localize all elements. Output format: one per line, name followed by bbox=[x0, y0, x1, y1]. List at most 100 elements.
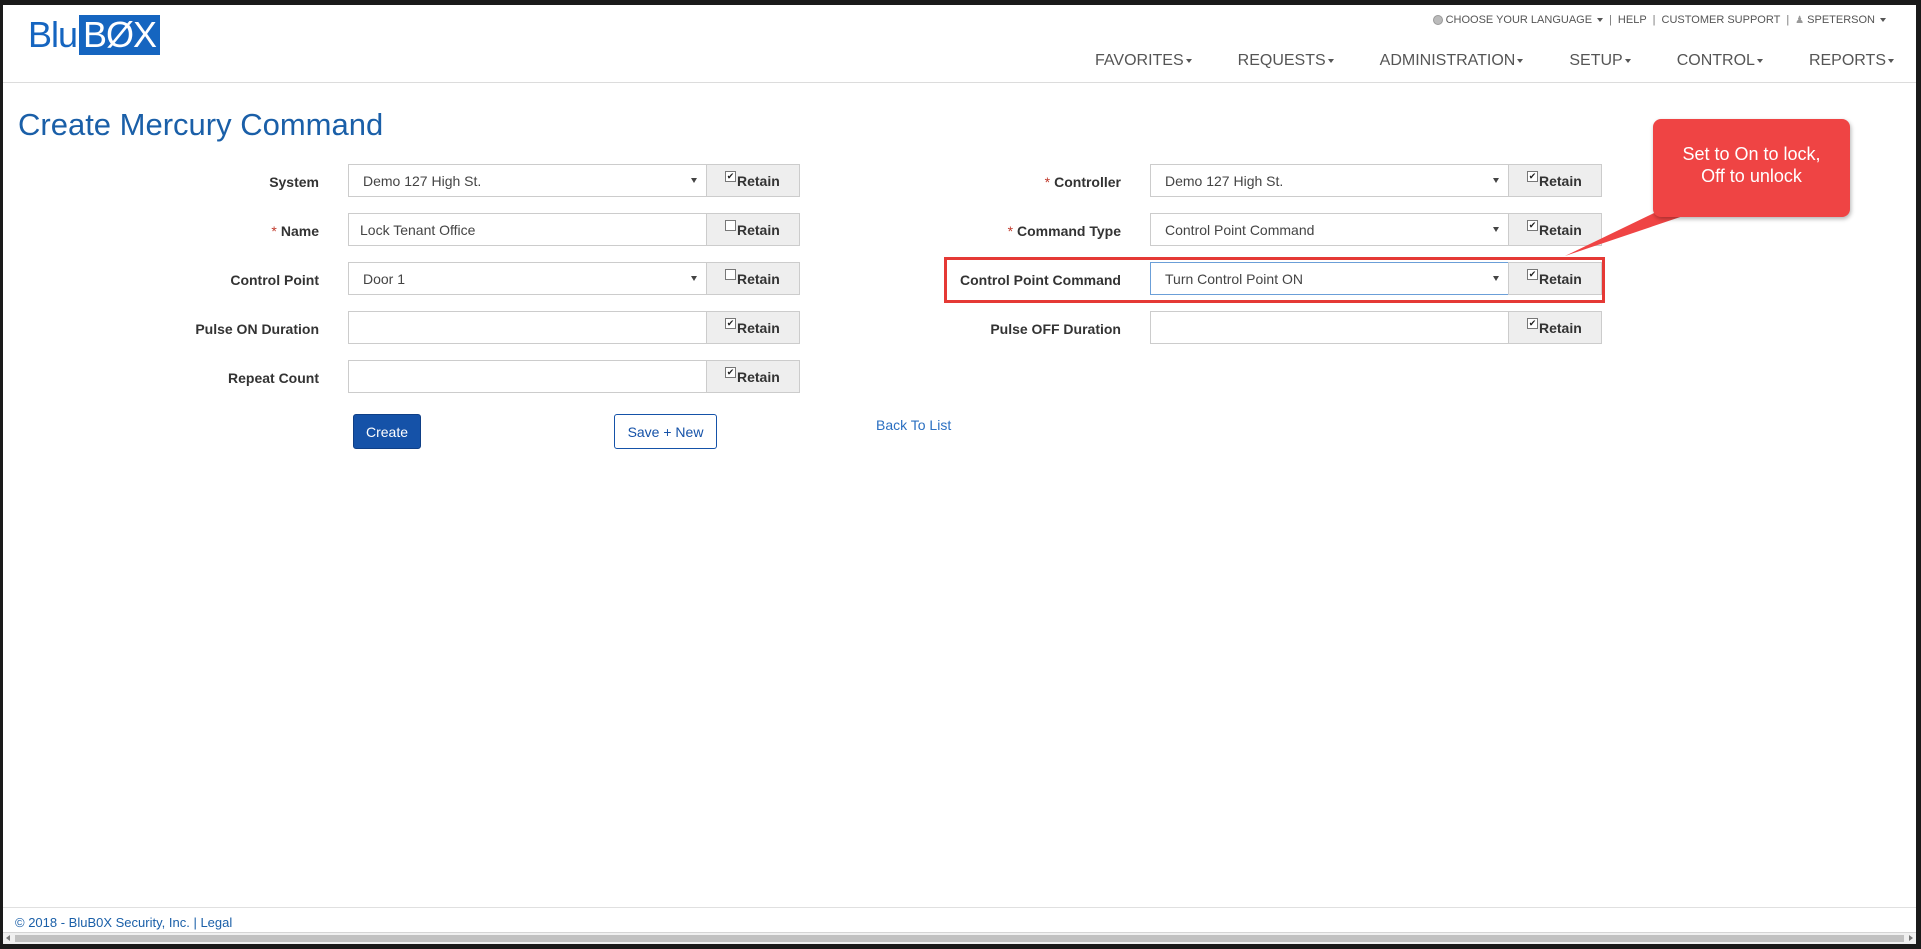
utility-separator: | bbox=[1652, 14, 1656, 26]
nav-favorites[interactable]: FAVORITES bbox=[1072, 52, 1215, 70]
select-value: Demo 127 High St. bbox=[363, 172, 482, 189]
label-text: Control Point bbox=[230, 272, 319, 288]
checkbox-checked-icon[interactable]: ✔ bbox=[1527, 318, 1538, 329]
retain-label: Retain bbox=[737, 221, 780, 238]
label-text: Name bbox=[280, 223, 319, 239]
utility-bar: CHOOSE YOUR LANGUAGE | HELP | CUSTOMER S… bbox=[1432, 14, 1886, 26]
retain-label: Retain bbox=[737, 172, 780, 189]
system-select[interactable]: Demo 127 High St. bbox=[348, 164, 706, 197]
nav-control[interactable]: CONTROL bbox=[1654, 52, 1786, 70]
legal-link[interactable]: Legal bbox=[200, 915, 232, 930]
required-asterisk: * bbox=[1044, 174, 1051, 190]
label-text: Pulse ON Duration bbox=[195, 321, 319, 337]
checkbox-checked-icon[interactable]: ✔ bbox=[725, 367, 736, 378]
controller-select[interactable]: Demo 127 High St. bbox=[1150, 164, 1508, 197]
footer-text: © 2018 - BluB0X Security, Inc. | Legal bbox=[15, 915, 232, 930]
control-point-label: Control Point bbox=[153, 272, 319, 288]
callout-line-1: Set to On to lock, bbox=[1682, 144, 1821, 164]
pulse-on-duration-input[interactable] bbox=[348, 311, 706, 344]
page-title: Create Mercury Command bbox=[18, 107, 384, 142]
checkbox-checked-icon[interactable]: ✔ bbox=[725, 318, 736, 329]
pulse-on-duration-label: Pulse ON Duration bbox=[153, 321, 319, 337]
create-button[interactable]: Create bbox=[353, 414, 421, 449]
language-dropdown[interactable]: CHOOSE YOUR LANGUAGE bbox=[1432, 14, 1604, 26]
caret-down-icon bbox=[1756, 59, 1763, 63]
required-asterisk: * bbox=[1007, 223, 1014, 239]
logo-text-box: BØX bbox=[79, 15, 161, 55]
nav-label: REQUESTS bbox=[1237, 52, 1326, 69]
controller-retain[interactable]: ✔ Retain bbox=[1508, 164, 1602, 197]
scroll-right-arrow-icon[interactable] bbox=[1909, 935, 1913, 941]
caret-down-icon bbox=[1327, 59, 1334, 63]
nav-setup[interactable]: SETUP bbox=[1546, 52, 1653, 70]
blubox-logo[interactable]: Blu BØX bbox=[28, 15, 161, 55]
back-to-list-link[interactable]: Back To List bbox=[876, 417, 951, 433]
dropdown-arrow-icon bbox=[691, 276, 697, 281]
retain-label: Retain bbox=[1539, 319, 1582, 336]
system-retain[interactable]: ✔ Retain bbox=[706, 164, 800, 197]
globe-icon bbox=[1432, 15, 1443, 25]
nav-administration[interactable]: ADMINISTRATION bbox=[1357, 52, 1547, 70]
repeat-count-retain[interactable]: ✔ Retain bbox=[706, 360, 800, 393]
retain-label: Retain bbox=[737, 270, 780, 287]
footer-separator: | bbox=[193, 915, 197, 930]
required-asterisk: * bbox=[271, 223, 277, 239]
label-text: Pulse OFF Duration bbox=[990, 321, 1121, 337]
select-value: Demo 127 High St. bbox=[1165, 172, 1284, 189]
system-label: System bbox=[153, 174, 319, 190]
annotation-callout: Set to On to lock, Off to unlock bbox=[1653, 119, 1850, 217]
control-point-retain[interactable]: Retain bbox=[706, 262, 800, 295]
pulse-off-duration-retain[interactable]: ✔ Retain bbox=[1508, 311, 1602, 344]
retain-label: Retain bbox=[737, 368, 780, 385]
nav-reports[interactable]: REPORTS bbox=[1786, 52, 1894, 70]
top-navbar: Blu BØX CHOOSE YOUR LANGUAGE | HELP | CU… bbox=[3, 5, 1916, 83]
horizontal-scrollbar[interactable] bbox=[3, 932, 1916, 944]
label-text: System bbox=[269, 174, 319, 190]
controller-label: * Controller bbox=[903, 174, 1121, 190]
app-window: Blu BØX CHOOSE YOUR LANGUAGE | HELP | CU… bbox=[3, 5, 1916, 944]
checkbox-checked-icon[interactable]: ✔ bbox=[1527, 171, 1538, 182]
dropdown-arrow-icon bbox=[691, 178, 697, 183]
label-text: Controller bbox=[1054, 174, 1121, 190]
pulse-off-duration-input[interactable] bbox=[1150, 311, 1508, 344]
nav-label: ADMINISTRATION bbox=[1379, 52, 1516, 69]
checkbox-unchecked-icon[interactable] bbox=[725, 269, 736, 280]
select-value: Control Point Command bbox=[1165, 221, 1315, 238]
name-retain[interactable]: Retain bbox=[706, 213, 800, 246]
save-new-button[interactable]: Save + New bbox=[614, 414, 717, 449]
utility-separator: | bbox=[1609, 14, 1612, 26]
checkbox-unchecked-icon[interactable] bbox=[725, 220, 736, 231]
input-value: Lock Tenant Office bbox=[360, 221, 476, 238]
dropdown-arrow-icon bbox=[1493, 227, 1499, 232]
control-point-select[interactable]: Door 1 bbox=[348, 262, 706, 295]
pulse-on-duration-retain[interactable]: ✔ Retain bbox=[706, 311, 800, 344]
scroll-left-arrow-icon[interactable] bbox=[6, 935, 10, 941]
checkbox-checked-icon[interactable]: ✔ bbox=[725, 171, 736, 182]
caret-down-icon bbox=[1888, 59, 1894, 63]
command-type-label: * Command Type bbox=[903, 223, 1121, 239]
caret-down-icon bbox=[1880, 18, 1886, 22]
nav-requests[interactable]: REQUESTS bbox=[1215, 52, 1357, 70]
caret-down-icon bbox=[1624, 59, 1631, 63]
name-label: * Name bbox=[153, 223, 319, 239]
user-menu[interactable]: ♟ SPETERSON bbox=[1795, 14, 1886, 26]
caret-down-icon bbox=[1517, 59, 1524, 63]
command-type-select[interactable]: Control Point Command bbox=[1150, 213, 1508, 246]
callout-line-2: Off to unlock bbox=[1701, 166, 1802, 186]
customer-support-link[interactable]: CUSTOMER SUPPORT bbox=[1662, 14, 1781, 26]
retain-label: Retain bbox=[737, 319, 780, 336]
checkbox-checked-icon[interactable]: ✔ bbox=[1527, 220, 1538, 231]
annotation-highlight-box bbox=[944, 257, 1605, 303]
nav-label: CONTROL bbox=[1676, 52, 1755, 69]
copyright-text: © 2018 - BluB0X Security, Inc. bbox=[15, 915, 190, 930]
pulse-off-duration-label: Pulse OFF Duration bbox=[903, 321, 1121, 337]
repeat-count-label: Repeat Count bbox=[153, 370, 319, 386]
help-link[interactable]: HELP bbox=[1618, 14, 1647, 26]
retain-label: Retain bbox=[1539, 172, 1582, 189]
scrollbar-thumb[interactable] bbox=[15, 935, 1904, 942]
caret-down-icon bbox=[1597, 18, 1604, 22]
repeat-count-input[interactable] bbox=[348, 360, 706, 393]
name-input[interactable]: Lock Tenant Office bbox=[348, 213, 706, 246]
nav-label: SETUP bbox=[1569, 52, 1623, 69]
main-nav: FAVORITES REQUESTS ADMINISTRATION SETUP … bbox=[1072, 52, 1894, 70]
